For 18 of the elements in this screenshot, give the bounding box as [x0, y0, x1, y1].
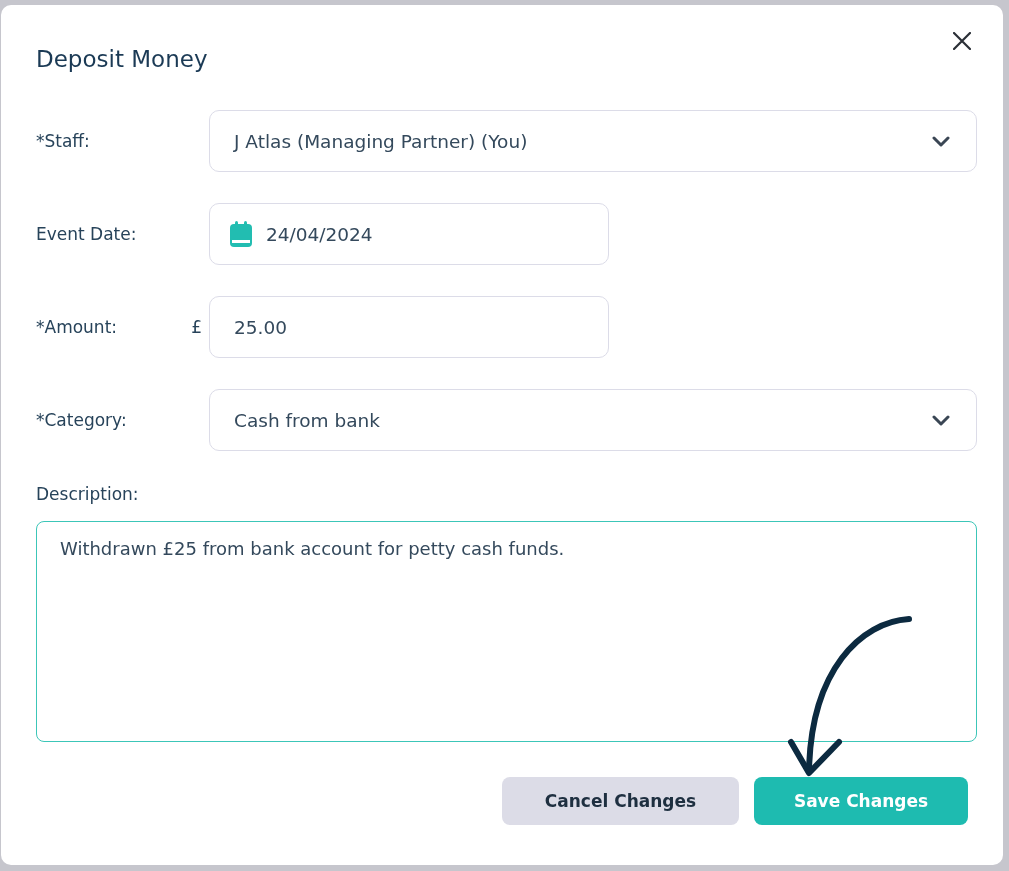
description-textarea[interactable]: Withdrawn £25 from bank account for petty cash funds.	[36, 521, 977, 742]
close-button[interactable]	[951, 30, 973, 52]
cancel-button[interactable]: Cancel Changes	[502, 777, 739, 825]
chevron-down-icon	[932, 414, 950, 426]
field-label: *Staff:	[36, 131, 90, 151]
dropdown-select[interactable]: J Atlas (Managing Partner) (You)	[209, 110, 977, 172]
date-field[interactable]: 24/04/2024	[209, 203, 609, 265]
close-icon	[953, 32, 971, 50]
calendar-icon	[230, 221, 252, 247]
currency-symbol: £	[191, 317, 202, 337]
dropdown-select[interactable]: Cash from bank	[209, 389, 977, 451]
chevron-down-icon	[932, 135, 950, 147]
dialog-title: Deposit Money	[36, 45, 208, 74]
field-label: Event Date:	[36, 224, 137, 244]
amount-field[interactable]: 25.00	[209, 296, 609, 358]
field-label: Description:	[36, 484, 139, 504]
field-label: *Amount:	[36, 317, 118, 337]
field-label: *Category:	[36, 410, 127, 430]
